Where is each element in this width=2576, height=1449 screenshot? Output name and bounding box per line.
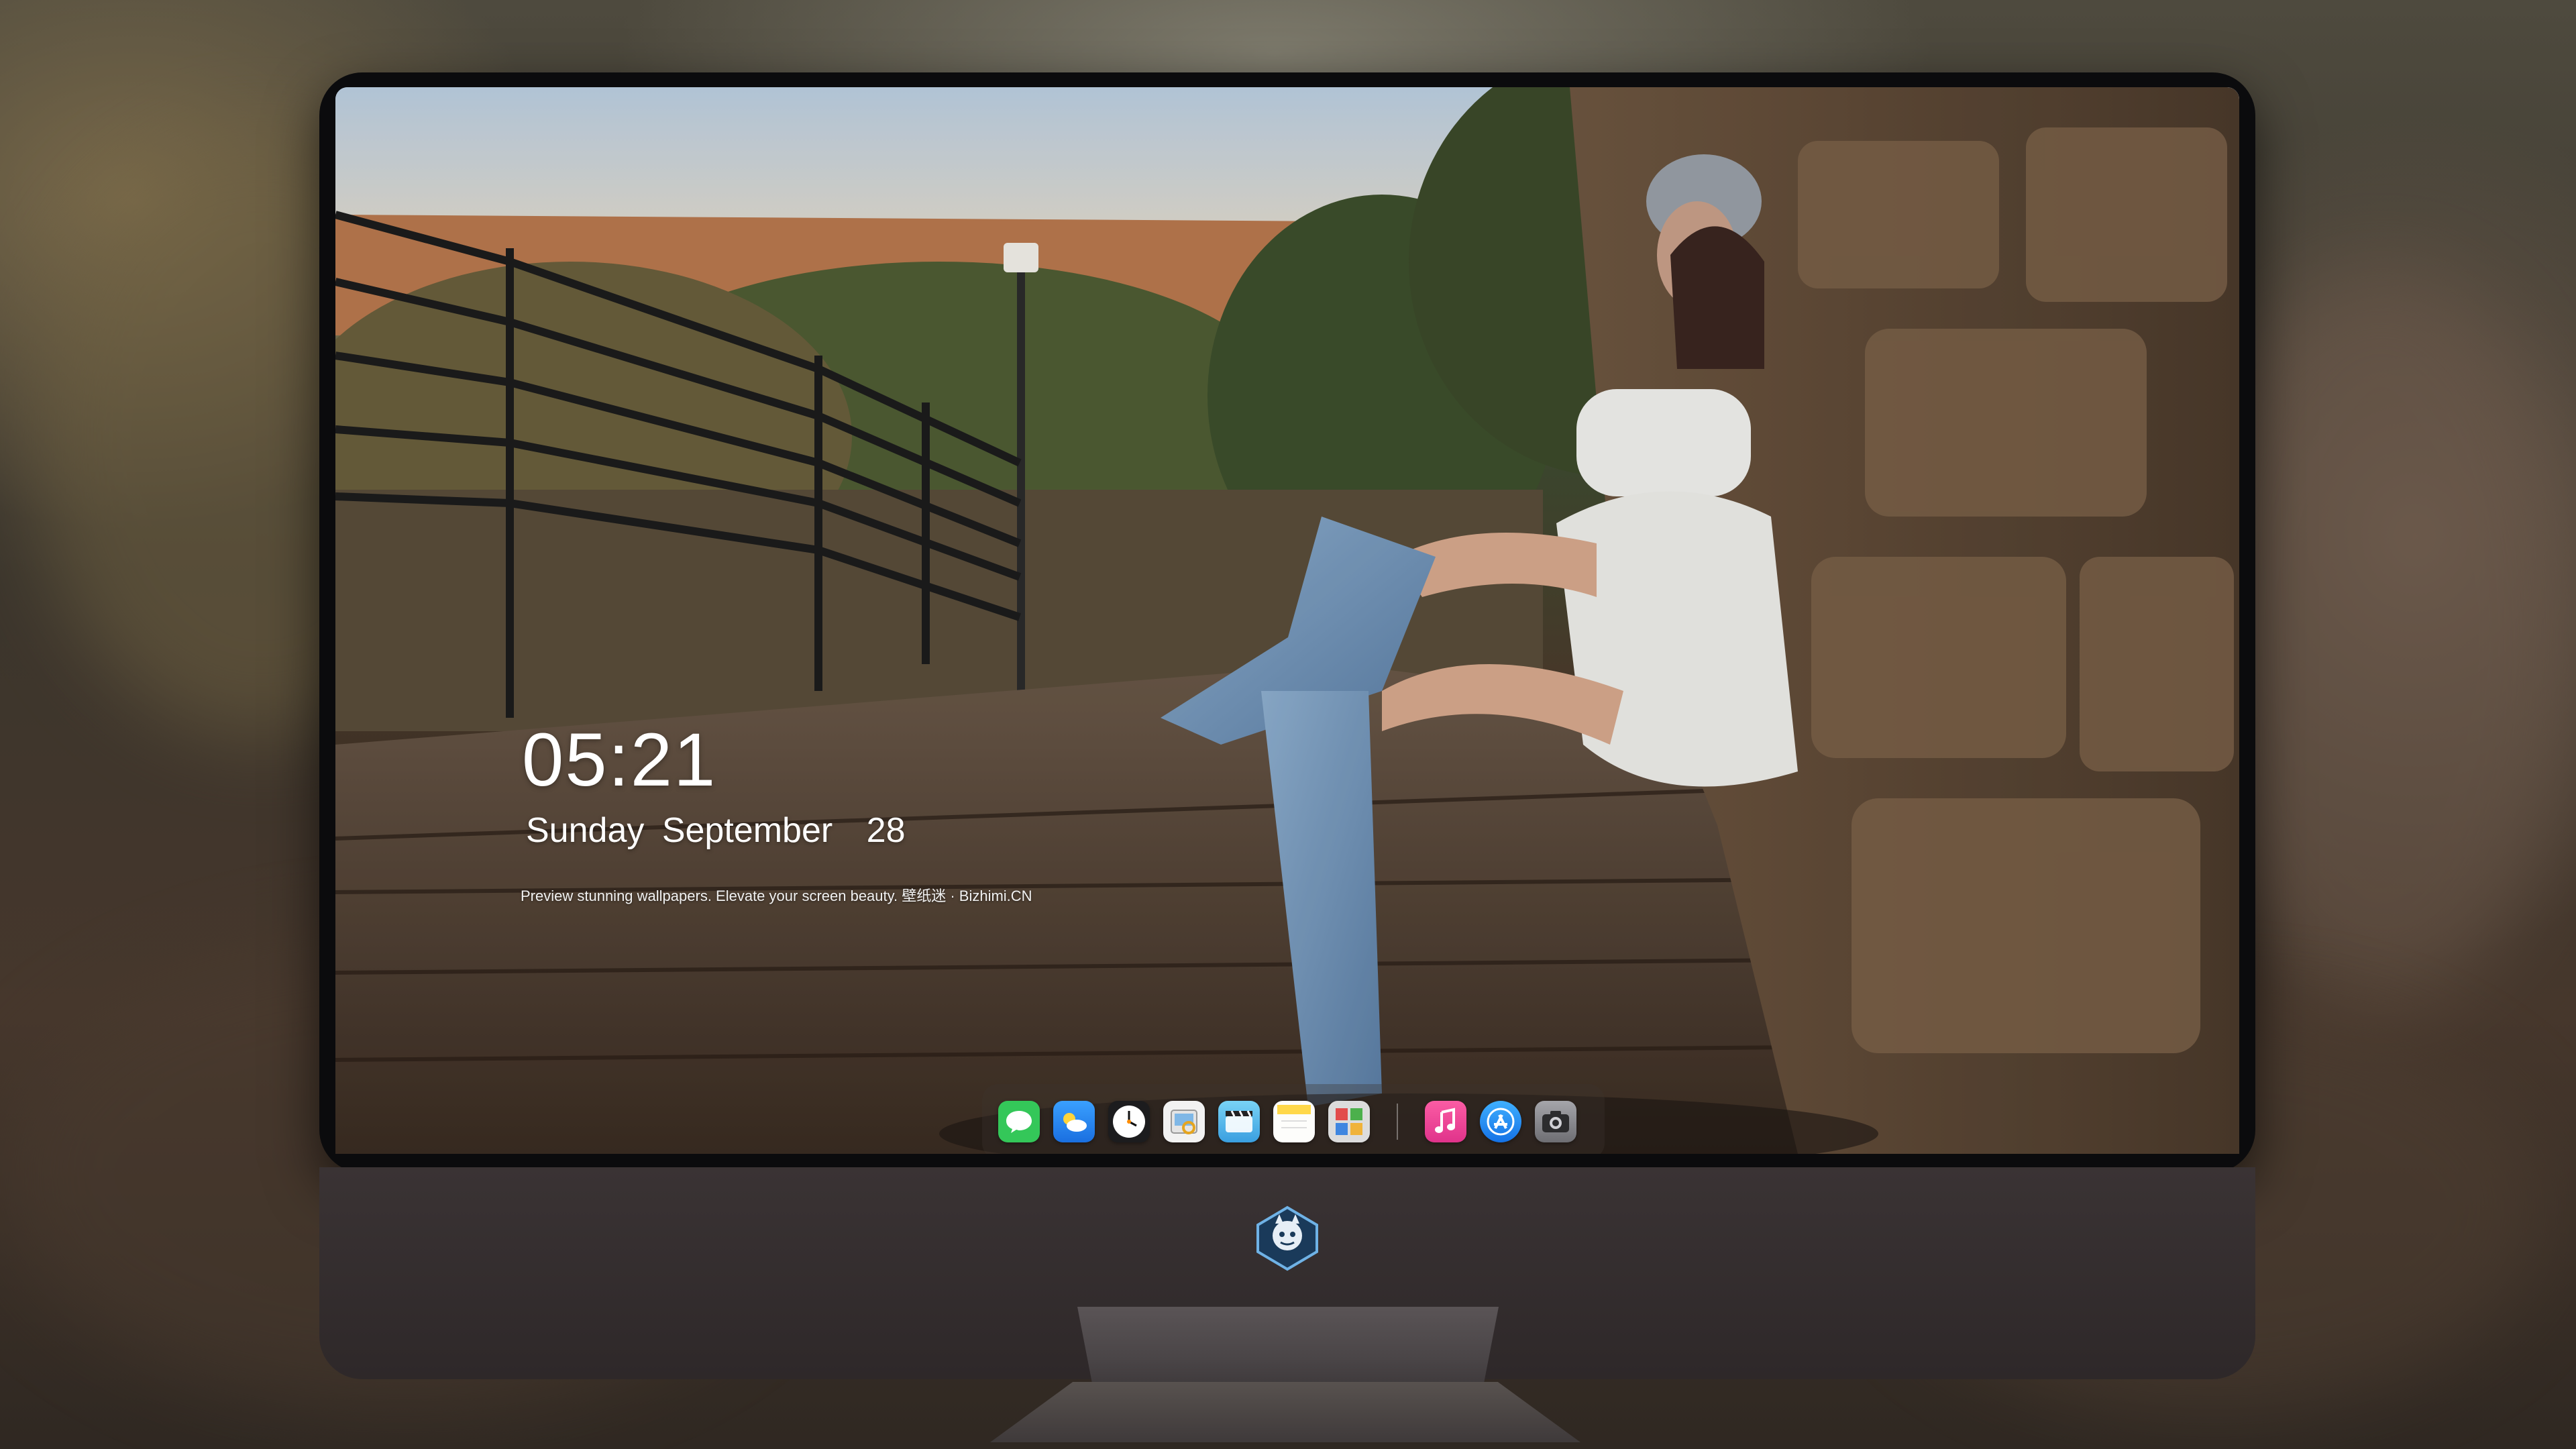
app-store-icon[interactable] <box>1480 1101 1521 1142</box>
lock-screen[interactable]: 05:21 Sunday September 28 Preview stunni… <box>335 87 2239 1154</box>
brand-logo <box>1254 1205 1321 1272</box>
date-day: 28 <box>866 811 906 850</box>
music-icon[interactable] <box>1425 1101 1466 1142</box>
clock-icon[interactable] <box>1108 1101 1150 1142</box>
notes-icon[interactable] <box>1273 1101 1315 1142</box>
date-month: September <box>661 811 833 850</box>
monitor-stand-base <box>990 1382 1580 1442</box>
background-scene: 05:21 Sunday September 28 Preview stunni… <box>0 0 2576 1449</box>
preview-icon[interactable] <box>1163 1101 1205 1142</box>
dock <box>982 1084 1605 1154</box>
camera-icon[interactable] <box>1535 1101 1576 1142</box>
date-weekday: Sunday <box>526 811 645 850</box>
weather-icon[interactable] <box>1053 1101 1095 1142</box>
lock-screen-time: 05:21 <box>522 718 717 802</box>
dock-separator <box>1397 1104 1398 1140</box>
monitor: 05:21 Sunday September 28 Preview stunni… <box>319 72 2255 1379</box>
wallpaper-photo <box>335 87 2239 1154</box>
lock-screen-date: Sunday September 28 <box>526 810 914 851</box>
wallpaper-tagline: Preview stunning wallpapers. Elevate you… <box>521 888 1032 904</box>
clips-icon[interactable] <box>1218 1101 1260 1142</box>
photo-booth-icon[interactable] <box>1328 1101 1370 1142</box>
monitor-stand-neck <box>1077 1307 1499 1394</box>
messages-icon[interactable] <box>998 1101 1040 1142</box>
